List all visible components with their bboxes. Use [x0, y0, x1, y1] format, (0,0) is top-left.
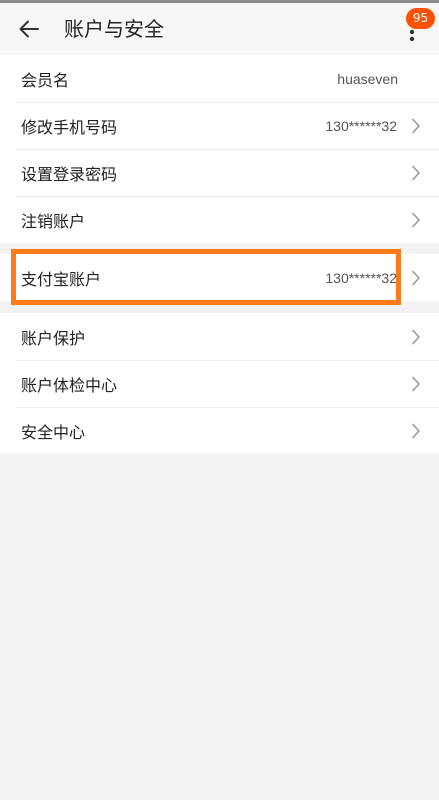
row-value: huaseven [337, 70, 398, 87]
chevron-right-icon [412, 270, 420, 286]
chevron-right-icon [412, 423, 420, 439]
row-account-protection[interactable]: 账户保护 [0, 313, 439, 360]
account-info-group: 会员名 huaseven 修改手机号码 130******32 设置登录密码 注… [0, 55, 439, 243]
chevron-right-icon [412, 212, 420, 228]
chevron-right-icon [412, 329, 420, 345]
row-label: 支付宝账户 [21, 269, 102, 289]
notification-badge: 95 [406, 8, 435, 29]
row-value: 130******32 [325, 269, 397, 286]
row-change-phone[interactable]: 修改手机号码 130******32 [0, 102, 439, 149]
page-title: 账户与安全 [64, 17, 164, 41]
row-member-name: 会员名 huaseven [0, 55, 439, 102]
row-label: 注销账户 [21, 211, 86, 231]
row-label: 账户体检中心 [21, 375, 118, 395]
back-button[interactable] [16, 17, 42, 41]
row-account-checkup[interactable]: 账户体检中心 [0, 360, 439, 407]
row-label: 设置登录密码 [21, 164, 118, 184]
row-label: 安全中心 [21, 422, 86, 442]
row-label: 账户保护 [21, 328, 86, 348]
alipay-group: 支付宝账户 130******32 [0, 254, 439, 301]
row-close-account[interactable]: 注销账户 [0, 196, 439, 243]
row-value: 130******32 [325, 117, 397, 134]
chevron-right-icon [412, 165, 420, 181]
row-set-password[interactable]: 设置登录密码 [0, 149, 439, 196]
row-alipay-account[interactable]: 支付宝账户 130******32 [0, 254, 439, 301]
app-header: 账户与安全 95 [0, 3, 439, 55]
chevron-right-icon [412, 118, 420, 134]
security-group: 账户保护 账户体检中心 安全中心 [0, 313, 439, 454]
back-arrow-icon [19, 20, 39, 38]
row-security-center[interactable]: 安全中心 [0, 407, 439, 454]
row-label: 修改手机号码 [21, 117, 118, 137]
row-label: 会员名 [21, 70, 70, 90]
chevron-right-icon [412, 376, 420, 392]
